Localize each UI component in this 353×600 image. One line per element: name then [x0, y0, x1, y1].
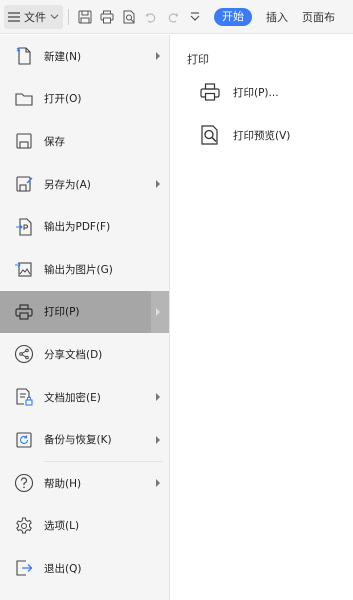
menu-item-label: 另存为(A) [44, 178, 91, 191]
menu-item-export-image[interactable]: 输出为图片(G) [0, 248, 169, 291]
menu-item-save-as[interactable]: 另存为(A) [0, 163, 169, 206]
menu-item-help[interactable]: 帮助(H) [0, 462, 169, 505]
chevron-right-icon [156, 307, 160, 316]
menu-item-label: 输出为图片(G) [44, 263, 113, 276]
tab-page-layout[interactable]: 页面布 [302, 9, 335, 25]
file-menu-button[interactable]: 文件 [4, 4, 63, 29]
save-icon [14, 131, 34, 151]
printer-icon [200, 83, 220, 101]
chevron-down-icon [50, 14, 59, 20]
print-option[interactable]: 打印(P)... [199, 81, 279, 103]
save-tool-icon[interactable] [77, 9, 93, 25]
share-icon [14, 344, 34, 364]
print-preview-icon [201, 125, 218, 145]
menu-item-label: 分享文档(D) [44, 348, 103, 361]
print-preview-option[interactable]: 打印预览(V) [199, 124, 290, 146]
menu-item-export-pdf[interactable]: 输出为PDF(F) [0, 205, 169, 248]
print-tool-icon[interactable] [99, 9, 115, 25]
toolbar: 文件 开始 插入 页面布 [0, 0, 353, 34]
chevron-right-icon [156, 180, 160, 189]
chevron-right-icon [156, 435, 160, 444]
menu-item-options[interactable]: 选项(L) [0, 505, 169, 548]
toolbar-divider [68, 8, 69, 25]
menu-item-label: 打印(P) [44, 306, 80, 319]
print-submenu-panel: 打印 打印(P)... 打印预览(V) [171, 35, 353, 600]
exit-icon [14, 558, 34, 578]
tab-start[interactable]: 开始 [214, 7, 252, 26]
menu-item-label: 备份与恢复(K) [44, 434, 112, 447]
redo-icon[interactable] [165, 9, 181, 25]
settings-icon [14, 516, 34, 536]
menu-item-exit[interactable]: 退出(Q) [0, 547, 169, 590]
file-menu-list: 新建(N) 打开(O) 保存 另存为(A) 输出为PDF(F) 输出为图片(G) [0, 35, 170, 600]
open-folder-icon [14, 89, 34, 109]
more-dropdown-icon[interactable] [187, 9, 203, 25]
export-pdf-icon [14, 217, 34, 237]
print-preview-label: 打印预览(V) [233, 129, 291, 142]
menu-item-new[interactable]: 新建(N) [0, 35, 169, 78]
menu-item-save[interactable]: 保存 [0, 120, 169, 163]
menu-item-share[interactable]: 分享文档(D) [0, 333, 169, 376]
hamburger-icon [8, 11, 20, 22]
menu-item-backup[interactable]: 备份与恢复(K) [0, 418, 169, 461]
menu-item-label: 帮助(H) [44, 477, 82, 490]
menu-item-label: 输出为PDF(F) [44, 221, 111, 234]
backup-icon [14, 430, 34, 450]
menu-item-label: 保存 [44, 135, 65, 148]
menu-item-label: 退出(Q) [44, 562, 82, 575]
menu-item-encrypt[interactable]: 文档加密(E) [0, 376, 169, 419]
chevron-right-icon [156, 479, 160, 488]
chevron-right-icon [156, 52, 160, 61]
panel-title: 打印 [187, 53, 209, 66]
export-image-icon [14, 259, 34, 279]
tab-insert[interactable]: 插入 [266, 9, 288, 25]
file-menu-label: 文件 [24, 10, 46, 24]
undo-icon[interactable] [143, 9, 159, 25]
menu-item-open[interactable]: 打开(O) [0, 78, 169, 121]
print-option-label: 打印(P)... [233, 86, 279, 99]
save-as-icon [14, 174, 34, 194]
menu-item-label: 文档加密(E) [44, 391, 101, 404]
chevron-right-icon [156, 393, 160, 402]
menu-item-label: 打开(O) [44, 93, 82, 106]
menu-item-label: 选项(L) [44, 520, 80, 533]
new-file-icon [14, 46, 34, 66]
help-icon [14, 473, 34, 493]
encrypt-icon [14, 387, 34, 407]
print-icon [14, 302, 34, 322]
print-preview-tool-icon[interactable] [121, 9, 137, 25]
menu-item-print[interactable]: 打印(P) [0, 290, 169, 334]
menu-item-label: 新建(N) [44, 50, 82, 63]
